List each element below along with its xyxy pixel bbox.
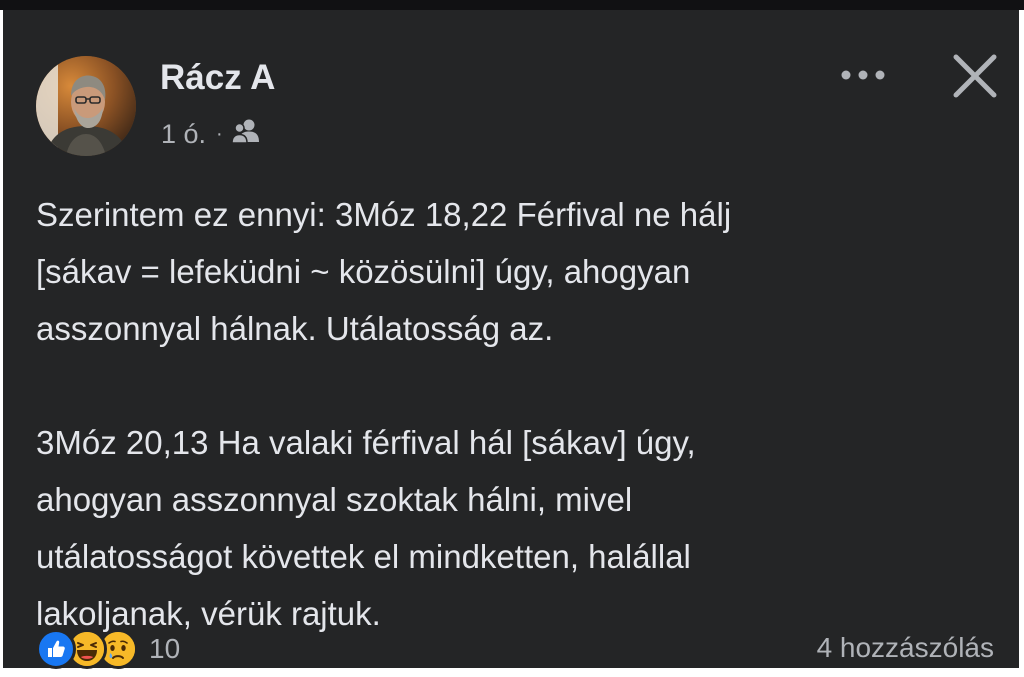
meta-separator: · xyxy=(216,122,223,145)
friends-icon[interactable] xyxy=(230,118,261,151)
bottom-edge xyxy=(0,668,1024,677)
post-line: 3Móz 20,13 Ha valaki férfival hál [sákav… xyxy=(36,424,696,461)
reaction-count: 10 xyxy=(149,633,181,664)
post-meta: 1 ó. · xyxy=(161,116,261,152)
post-footer: 10 4 hozzászólás xyxy=(36,625,996,673)
screenshot-frame: Rácz A 1 ó. · Szerintem ez ennyi: 3Móz 1… xyxy=(0,0,1024,677)
close-icon xyxy=(952,53,998,104)
more-options-button[interactable] xyxy=(833,62,893,92)
post-time[interactable]: 1 ó. xyxy=(161,119,206,150)
like-icon xyxy=(36,629,76,669)
post-line: utálatosságot követtek el mindketten, ha… xyxy=(36,538,691,575)
post-line: Szerintem ez ennyi: 3Móz 18,22 Férfival … xyxy=(36,196,732,233)
comments-count-link[interactable]: 4 hozzászólás xyxy=(817,632,994,664)
avatar[interactable] xyxy=(36,56,136,156)
post-body: Szerintem ez ennyi: 3Móz 18,22 Férfival … xyxy=(36,186,986,642)
post-card: Rácz A 1 ó. · Szerintem ez ennyi: 3Móz 1… xyxy=(3,10,1019,669)
post-line: [sákav = lefeküdni ~ közösülni] úgy, aho… xyxy=(36,253,691,290)
more-options-icon xyxy=(838,68,888,86)
avatar-photo xyxy=(36,56,136,156)
author-name[interactable]: Rácz A xyxy=(160,58,275,98)
top-edge-bar xyxy=(0,0,1024,10)
post-line: asszonnyal hálnak. Utálatosság az. xyxy=(36,310,554,347)
post-line: ahogyan asszonnyal szoktak hálni, mivel xyxy=(36,481,633,518)
close-button[interactable] xyxy=(947,50,1003,106)
reactions-summary[interactable]: 10 xyxy=(36,628,180,670)
